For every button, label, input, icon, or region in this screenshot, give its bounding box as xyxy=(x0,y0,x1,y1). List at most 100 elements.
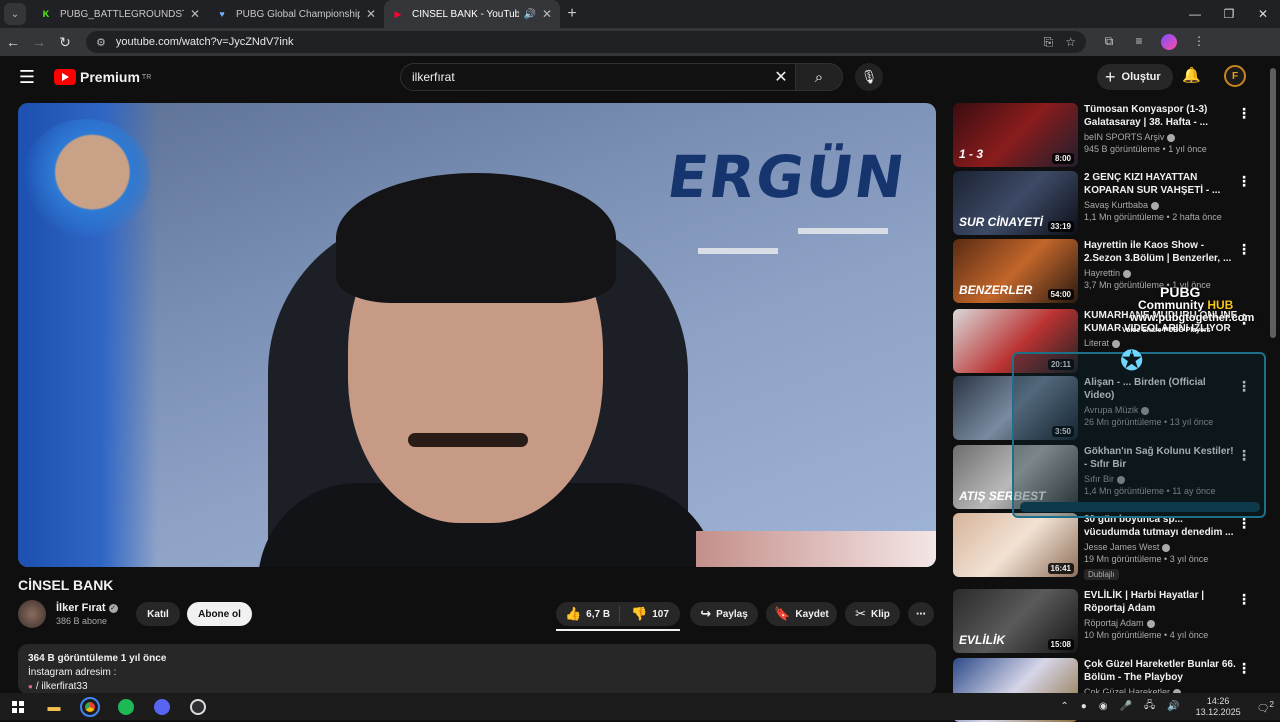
close-window-icon[interactable]: ✕ xyxy=(1246,7,1280,21)
join-button[interactable]: Katıl xyxy=(136,602,180,626)
spotify-icon[interactable] xyxy=(108,693,144,720)
search-value[interactable]: ilkerfırat xyxy=(412,70,767,84)
video-thumbnail[interactable]: BENZERLER 54:00 xyxy=(953,239,1078,303)
channel-row[interactable]: Sıfır Bir xyxy=(1084,474,1238,484)
video-title[interactable]: Alişan - ... Birden (Official Video) xyxy=(1084,376,1238,402)
page-scrollbar[interactable] xyxy=(1270,62,1276,692)
address-bar[interactable]: ⚙ youtube.com/watch?v=JycZNdV7ink ⎘ ☆ xyxy=(86,31,1086,53)
more-options-icon[interactable]: ⋮ xyxy=(1237,173,1251,190)
recommended-video[interactable]: ATIŞ SERBEST Gökhan'ın Sağ Kolunu Kestile… xyxy=(953,445,1265,509)
video-thumbnail[interactable]: 1 - 3 8:00 xyxy=(953,103,1078,167)
more-options-icon[interactable]: ⋮ xyxy=(1237,515,1251,532)
save-button[interactable]: 🔖 Kaydet xyxy=(766,602,837,626)
browser-tab-1[interactable]: K PUBG_BATTLEGROUNDSTR Stre ✕ xyxy=(32,0,208,28)
channel-name-row[interactable]: İlker Fırat ✓ xyxy=(56,602,118,614)
channel-name[interactable]: Avrupa Müzik xyxy=(1084,405,1138,415)
more-options-icon[interactable]: ⋮ xyxy=(1237,591,1251,608)
video-title[interactable]: Tümosan Konyaspor (1-3) Galatasaray | 38… xyxy=(1084,103,1238,129)
create-button[interactable]: + Oluştur xyxy=(1097,64,1173,90)
reload-icon[interactable]: ↻ xyxy=(52,34,78,51)
search-button[interactable]: ⌕ xyxy=(796,63,843,91)
youtube-premium-logo[interactable]: Premium TR xyxy=(54,69,151,85)
notifications-bell-icon[interactable]: 🔔 xyxy=(1182,66,1201,84)
more-actions-button[interactable]: ⋯ xyxy=(908,602,934,626)
more-options-icon[interactable]: ⋮ xyxy=(1237,447,1251,464)
account-avatar[interactable]: F xyxy=(1224,65,1246,87)
channel-row[interactable]: Savaş Kurtbaba xyxy=(1084,200,1238,210)
dislike-button[interactable]: 👎 107 xyxy=(620,606,680,622)
channel-row[interactable]: Avrupa Müzik xyxy=(1084,405,1238,415)
share-button[interactable]: ↪ Paylaş xyxy=(690,602,758,626)
install-app-icon[interactable]: ⎘ xyxy=(1044,35,1054,50)
video-title[interactable]: 2 GENÇ KIZI HAYATTAN KOPARAN SUR VAHŞETİ… xyxy=(1084,171,1238,197)
channel-row[interactable]: beIN SPORTS Arşiv xyxy=(1084,132,1238,142)
recommended-video[interactable]: 3:50 Alişan - ... Birden (Official Video)… xyxy=(953,376,1265,440)
chrome-icon[interactable] xyxy=(72,693,108,720)
browser-tab-3-active[interactable]: ▶ CİNSEL BANK - YouTube 🔊 ✕ xyxy=(384,0,560,28)
restore-icon[interactable]: ❐ xyxy=(1212,7,1246,21)
channel-name[interactable]: Literat xyxy=(1084,338,1109,348)
file-explorer-icon[interactable]: ▬ xyxy=(36,693,72,720)
recommended-video[interactable]: 16:41 30 gün boyunca sp... vücudumda tutm… xyxy=(953,513,1265,580)
steam-icon[interactable]: ◉ xyxy=(1099,701,1108,712)
new-tab-button[interactable]: + xyxy=(560,5,584,23)
video-title[interactable]: Gökhan'ın Sağ Kolunu Kestiler! - Sıfır B… xyxy=(1084,445,1238,471)
bookmark-star-icon[interactable]: ☆ xyxy=(1065,35,1076,49)
channel-name[interactable]: Savaş Kurtbaba xyxy=(1084,200,1148,210)
tab-close-icon[interactable]: ✕ xyxy=(542,7,552,21)
extensions-icon[interactable]: ⧉ xyxy=(1094,34,1124,50)
tray-app-icon[interactable]: ● xyxy=(1081,701,1087,712)
tab-close-icon[interactable]: ✕ xyxy=(190,7,200,21)
subscribe-button[interactable]: Abone ol xyxy=(187,602,252,626)
minimize-icon[interactable]: — xyxy=(1178,7,1212,21)
video-thumbnail[interactable]: 3:50 xyxy=(953,376,1078,440)
video-thumbnail[interactable]: 16:41 xyxy=(953,513,1078,577)
channel-name[interactable]: beIN SPORTS Arşiv xyxy=(1084,132,1164,142)
video-title[interactable]: 30 gün boyunca sp... vücudumda tutmayı d… xyxy=(1084,513,1238,539)
site-info-icon[interactable]: ⚙ xyxy=(96,36,106,49)
speaker-icon[interactable]: 🔊 xyxy=(523,9,535,20)
like-button[interactable]: 👍 6,7 B xyxy=(556,606,620,622)
channel-name[interactable]: Sıfır Bir xyxy=(1084,474,1114,484)
channel-name[interactable]: Hayrettin xyxy=(1084,268,1120,278)
media-control-icon[interactable]: ≡ xyxy=(1124,34,1154,50)
video-thumbnail[interactable]: EVLİLİK 15:08 xyxy=(953,589,1078,653)
video-title[interactable]: EVLİLİK | Harbi Hayatlar | Röportaj Adam xyxy=(1084,589,1238,615)
tab-search-icon[interactable]: ⌄ xyxy=(4,3,26,25)
video-description[interactable]: 364 B görüntüleme 1 yıl önce İnstagram a… xyxy=(18,644,936,694)
channel-row[interactable]: Röportaj Adam xyxy=(1084,618,1238,628)
more-options-icon[interactable]: ⋮ xyxy=(1237,378,1251,395)
recommended-video[interactable]: SUR CİNAYETİ 33:19 2 GENÇ KIZI HAYATTAN KO… xyxy=(953,171,1265,235)
back-icon[interactable]: ← xyxy=(0,34,26,50)
volume-icon[interactable]: 🔊 xyxy=(1167,701,1179,712)
channel-row[interactable]: Literat xyxy=(1084,338,1238,348)
tab-close-icon[interactable]: ✕ xyxy=(366,7,376,21)
voice-search-button[interactable]: 🎙 xyxy=(855,63,883,91)
search-input[interactable]: ilkerfırat ✕ xyxy=(400,63,796,91)
instagram-link[interactable]: / ilkerfirat33 xyxy=(28,680,926,694)
channel-row[interactable]: Hayrettin xyxy=(1084,268,1238,278)
channel-name[interactable]: İlker Fırat xyxy=(56,602,106,614)
recommended-video[interactable]: 1 - 3 8:00 Tümosan Konyaspor (1-3) Galatas… xyxy=(953,103,1265,167)
video-title[interactable]: KUMARHANE MUDURU ONLINE KUMAR VIDEOLARIN… xyxy=(1084,309,1238,335)
more-options-icon[interactable]: ⋮ xyxy=(1237,241,1251,258)
video-title[interactable]: Çok Güzel Hareketler Bunlar 66. Bölüm - … xyxy=(1084,658,1238,684)
video-thumbnail[interactable]: SUR CİNAYETİ 33:19 xyxy=(953,171,1078,235)
channel-name[interactable]: Röportaj Adam xyxy=(1084,618,1144,628)
clock[interactable]: 14:26 13.12.2025 xyxy=(1196,696,1241,718)
url-text[interactable]: youtube.com/watch?v=JycZNdV7ink xyxy=(116,36,1032,48)
network-icon[interactable]: 🖧 xyxy=(1144,698,1155,715)
profile-avatar[interactable] xyxy=(1154,34,1184,50)
recommended-video[interactable]: EVLİLİK 15:08 EVLİLİK | Harbi Hayatlar | R… xyxy=(953,589,1265,653)
channel-name[interactable]: Jesse James West xyxy=(1084,542,1159,552)
microphone-tray-icon[interactable]: 🎤 xyxy=(1120,701,1132,712)
recommended-video[interactable]: 20:11 KUMARHANE MUDURU ONLINE KUMAR VIDEO… xyxy=(953,309,1265,373)
notifications-icon[interactable]: 🗨2 xyxy=(1257,699,1274,714)
video-player[interactable]: ERGÜN xyxy=(18,103,936,567)
channel-avatar[interactable] xyxy=(18,600,46,628)
recommended-video[interactable]: BENZERLER 54:00 Hayrettin ile Kaos Show - … xyxy=(953,239,1265,303)
obs-icon[interactable] xyxy=(180,693,216,720)
video-thumbnail[interactable]: ATIŞ SERBEST xyxy=(953,445,1078,509)
more-options-icon[interactable]: ⋮ xyxy=(1237,105,1251,122)
video-thumbnail[interactable]: 20:11 xyxy=(953,309,1078,373)
